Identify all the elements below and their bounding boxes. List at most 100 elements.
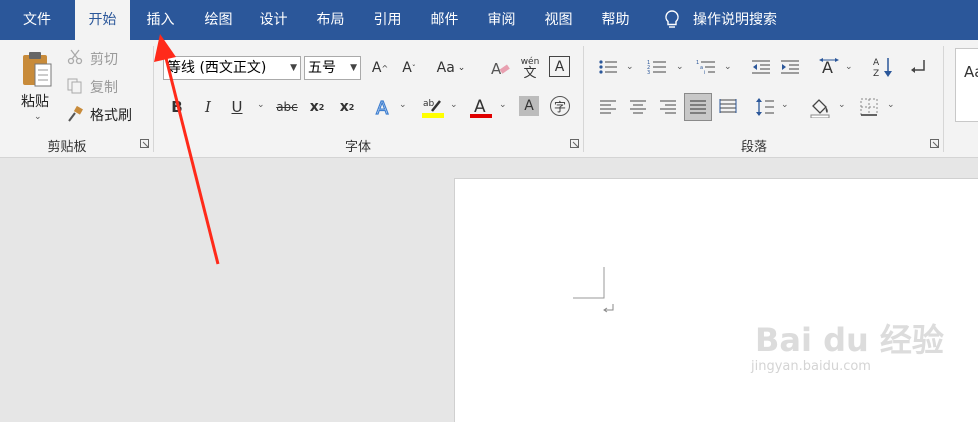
character-border-button[interactable]: A (549, 56, 570, 77)
format-painter-icon (66, 105, 84, 123)
tell-me-search[interactable]: 操作说明搜索 (693, 0, 793, 40)
character-shading-button[interactable]: A (519, 96, 539, 116)
superscript-button[interactable]: x2 (336, 95, 358, 119)
paste-dropdown-icon[interactable]: ⌄ (34, 112, 42, 122)
svg-text:A: A (873, 58, 880, 68)
tab-design[interactable]: 设计 (246, 0, 301, 40)
underline-button[interactable]: U (227, 95, 247, 119)
format-painter-button[interactable]: 格式刷 (90, 105, 132, 125)
numbering-icon[interactable]: 123 (645, 56, 669, 78)
watermark-url: jingyan.baidu.com (751, 359, 871, 374)
distributed-icon[interactable] (717, 96, 739, 118)
chevron-down-icon[interactable]: ⌄ (676, 62, 684, 72)
highlight-color-icon[interactable]: ab (421, 93, 445, 121)
font-name-combo[interactable]: 等线 (西文正文) ▼ (163, 56, 301, 80)
paragraph-launcher-icon[interactable] (930, 139, 939, 148)
chevron-down-icon[interactable]: ⌄ (724, 62, 732, 72)
chevron-down-icon[interactable]: ⌄ (781, 100, 789, 110)
styles-gallery[interactable]: Aa (955, 48, 978, 122)
phonetic-bottom: 文 (523, 66, 537, 81)
increase-indent-icon[interactable] (778, 56, 802, 78)
line-spacing-icon[interactable] (753, 94, 777, 120)
grow-font-button[interactable]: A ^ (369, 56, 391, 80)
svg-text:A: A (491, 60, 502, 78)
group-separator (153, 46, 154, 152)
svg-text:Z: Z (873, 69, 879, 78)
borders-icon[interactable] (858, 96, 880, 118)
chevron-down-icon[interactable]: ⌄ (626, 62, 634, 72)
paste-button[interactable]: 粘贴 (21, 91, 49, 111)
svg-text:a: a (700, 65, 703, 71)
change-case-button[interactable]: Aa ⌄ (434, 56, 468, 80)
tab-references[interactable]: 引用 (360, 0, 415, 40)
group-separator (943, 46, 944, 152)
clear-format-icon[interactable]: A (488, 56, 512, 80)
bold-button[interactable]: B (167, 95, 187, 119)
chevron-down-icon[interactable]: ⌄ (838, 100, 846, 110)
svg-text:A: A (376, 98, 389, 118)
menu-bar: 文件 开始 插入 绘图 设计 布局 引用 邮件 审阅 视图 帮助 操作说明搜索 (0, 0, 978, 40)
tab-file[interactable]: 文件 (8, 0, 66, 40)
align-center-icon[interactable] (627, 96, 649, 118)
ribbon: 粘贴 ⌄ 剪切 复制 格式刷 剪贴板 等线 (西文正文) ▼ 五号 ▼ A ^ A… (0, 40, 978, 158)
tab-home[interactable]: 开始 (75, 0, 130, 40)
asian-layout-icon[interactable]: A (816, 54, 842, 80)
shrink-font-button[interactable]: Aˇ (398, 56, 420, 80)
tab-mailings[interactable]: 邮件 (417, 0, 472, 40)
group-separator (583, 46, 584, 152)
chevron-down-icon[interactable]: ⌄ (257, 100, 265, 110)
font-color-icon[interactable]: A (469, 93, 493, 121)
clipboard-group-label: 剪贴板 (47, 140, 87, 155)
shading-icon[interactable] (808, 94, 832, 120)
font-size-value: 五号 (308, 60, 336, 76)
enclose-characters-button[interactable]: 字 (550, 96, 570, 116)
font-size-combo[interactable]: 五号 ▼ (304, 56, 361, 80)
style-preview-text: Aa (964, 63, 978, 81)
decrease-indent-icon[interactable] (749, 56, 773, 78)
font-launcher-icon[interactable] (570, 139, 579, 148)
chevron-down-icon[interactable]: ⌄ (399, 100, 407, 110)
sort-icon[interactable]: AZ (871, 54, 895, 80)
strikethrough-button[interactable]: abc (274, 95, 300, 119)
cut-button[interactable]: 剪切 (90, 49, 118, 69)
chevron-down-icon[interactable]: ⌄ (499, 100, 507, 110)
font-group-label: 字体 (344, 140, 371, 155)
tab-help[interactable]: 帮助 (588, 0, 643, 40)
multilevel-list-icon[interactable]: 1ai (694, 56, 718, 78)
paste-icon[interactable] (18, 48, 56, 92)
lightbulb-icon (662, 9, 682, 31)
justify-icon[interactable] (684, 93, 712, 121)
svg-text:ab: ab (423, 99, 435, 109)
clipboard-launcher-icon[interactable] (140, 139, 149, 148)
chevron-down-icon: ▼ (290, 63, 297, 73)
cut-icon (66, 48, 84, 66)
align-right-icon[interactable] (657, 96, 679, 118)
tab-insert[interactable]: 插入 (133, 0, 188, 40)
svg-text:1: 1 (696, 60, 699, 66)
subscript-button[interactable]: x2 (306, 95, 328, 119)
paragraph-group-label: 段落 (740, 140, 767, 155)
watermark-brand: Bai du 经验 (755, 321, 944, 359)
svg-text:3: 3 (647, 70, 650, 75)
tab-review[interactable]: 审阅 (474, 0, 529, 40)
tab-layout[interactable]: 布局 (303, 0, 358, 40)
copy-icon (66, 77, 84, 95)
paragraph-mark-icon (603, 304, 614, 313)
phonetic-guide-button[interactable]: wén 文 (518, 54, 542, 82)
chevron-down-icon[interactable]: ⌄ (450, 100, 458, 110)
chevron-down-icon[interactable]: ⌄ (887, 100, 895, 110)
tab-draw[interactable]: 绘图 (191, 0, 246, 40)
document-page[interactable]: Bai du 经验 jingyan.baidu.com (454, 178, 978, 422)
align-left-icon[interactable] (597, 96, 619, 118)
tab-view[interactable]: 视图 (531, 0, 586, 40)
chevron-down-icon: ⌄ (457, 63, 466, 73)
show-formatting-icon[interactable] (906, 54, 930, 80)
text-effects-icon[interactable]: A (372, 94, 396, 120)
svg-text:A: A (822, 58, 833, 77)
copy-button[interactable]: 复制 (90, 77, 118, 97)
margin-corner-mark (573, 267, 605, 299)
chevron-down-icon[interactable]: ⌄ (845, 62, 853, 72)
font-name-value: 等线 (西文正文) (167, 60, 267, 76)
bullets-icon[interactable] (596, 56, 620, 78)
italic-button[interactable]: I (198, 95, 218, 119)
